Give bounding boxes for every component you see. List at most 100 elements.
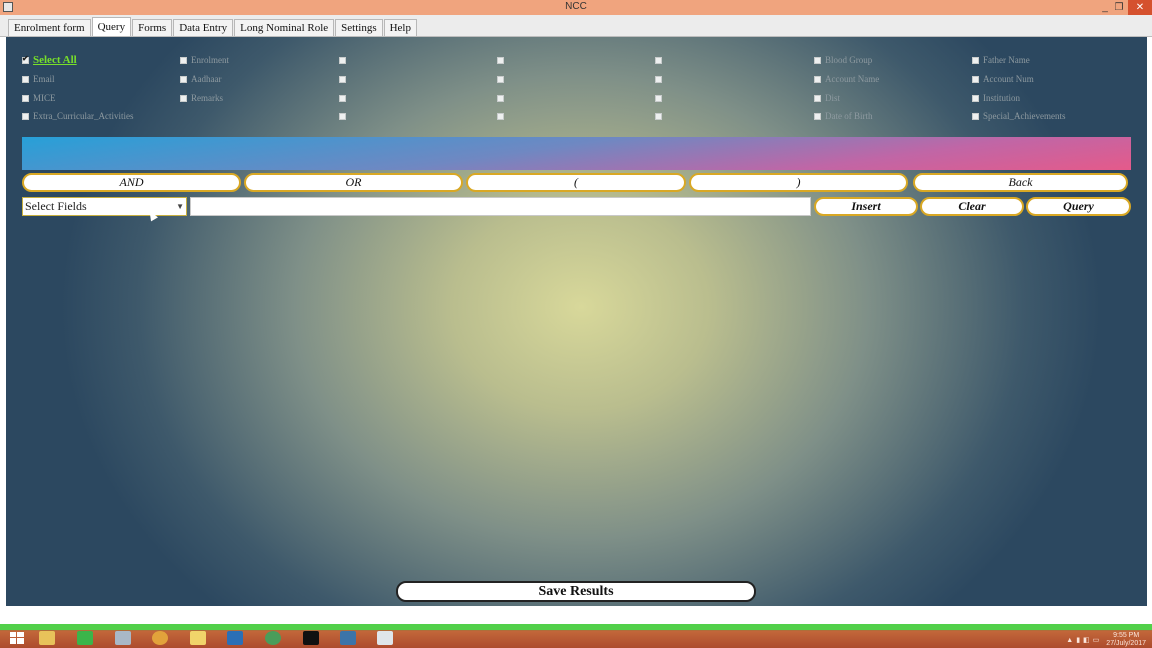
blood-group-checkbox[interactable]: Blood Group [814, 53, 872, 67]
mice-label: MICE [33, 93, 56, 103]
folder-icon[interactable] [183, 629, 213, 647]
tray-arrow-icon[interactable]: ▲ [1066, 637, 1073, 644]
field-checkbox[interactable] [497, 109, 508, 123]
clock-time: 9:55 PM [1113, 632, 1140, 639]
field-checkbox[interactable] [655, 53, 666, 67]
and-button[interactable]: AND [22, 173, 241, 192]
tab-bar: Enrolment form Query Forms Data Entry Lo… [0, 15, 1152, 37]
institution-label: Institution [983, 93, 1021, 103]
tab-query[interactable]: Query [91, 17, 132, 36]
account-num-label: Account Num [983, 74, 1034, 84]
email-checkbox[interactable]: Email [22, 72, 55, 86]
checkbox-icon [339, 94, 346, 102]
checkbox-icon [655, 94, 662, 102]
checkbox-icon [22, 75, 29, 83]
dist-checkbox[interactable]: Dist [814, 91, 840, 105]
account-name-checkbox[interactable]: Account Name [814, 72, 879, 86]
checkbox-icon [180, 75, 187, 83]
institution-checkbox[interactable]: Institution [972, 91, 1020, 105]
checkbox-icon [497, 56, 504, 64]
clear-button[interactable]: Clear [920, 197, 1024, 216]
enrolment-checkbox[interactable]: Enrolment [180, 53, 229, 67]
query-button[interactable]: Query [1026, 197, 1131, 216]
select-all-label: Select All [33, 54, 77, 66]
remarks-label: Remarks [191, 93, 223, 103]
chrome-icon[interactable] [258, 629, 288, 647]
email-label: Email [33, 74, 55, 84]
title-bar: NCC _ ❐ ✕ [0, 0, 1152, 15]
app-frame-icon[interactable] [220, 629, 250, 647]
dist-label: Dist [825, 93, 841, 103]
query-display-banner [22, 137, 1131, 170]
field-checkbox[interactable] [339, 91, 350, 105]
tab-data-entry[interactable]: Data Entry [173, 19, 234, 36]
file-explorer-icon[interactable] [32, 629, 62, 647]
battery-icon[interactable]: ▭ [1093, 636, 1100, 644]
query-panel: Select All Enrolment Blood Group Father … [6, 37, 1147, 606]
window-controls: _ ❐ ✕ [1098, 0, 1152, 15]
checkbox-icon [814, 75, 821, 83]
dropdown-arrow-icon: ▼ [176, 202, 184, 211]
select-all-checkbox[interactable]: Select All [22, 53, 77, 67]
checkbox-icon [655, 56, 662, 64]
app-grid-icon[interactable] [370, 629, 400, 647]
app-u-icon[interactable] [70, 629, 100, 647]
field-checkbox[interactable] [339, 53, 350, 67]
extra-curricular-label: Extra_Curricular_Activities [33, 111, 134, 121]
app-window-icon[interactable] [108, 629, 138, 647]
tab-enrolment-form[interactable]: Enrolment form [8, 19, 91, 36]
checkbox-icon [339, 56, 346, 64]
blood-group-label: Blood Group [825, 55, 873, 65]
insert-button[interactable]: Insert [814, 197, 918, 216]
restore-icon[interactable]: ❐ [1112, 0, 1126, 15]
field-checkbox[interactable] [655, 91, 666, 105]
close-paren-button[interactable]: ) [689, 173, 908, 192]
field-checkbox[interactable] [497, 72, 508, 86]
open-paren-button[interactable]: ( [466, 173, 686, 192]
tab-forms[interactable]: Forms [132, 19, 173, 36]
volume-icon[interactable]: ◧ [1083, 636, 1090, 644]
tab-help[interactable]: Help [383, 19, 417, 36]
aadhaar-checkbox[interactable]: Aadhaar [180, 72, 221, 86]
checkbox-icon [972, 56, 979, 64]
field-checkbox[interactable] [655, 72, 666, 86]
checkbox-icon [814, 94, 821, 102]
tab-long-nominal-role[interactable]: Long Nominal Role [234, 19, 335, 36]
start-icon[interactable] [2, 629, 32, 647]
chrome-icon[interactable] [145, 629, 175, 647]
query-input[interactable] [190, 197, 811, 216]
father-name-label: Father Name [983, 55, 1030, 65]
extra-curricular-checkbox[interactable]: Extra_Curricular_Activities [22, 109, 133, 123]
remarks-checkbox[interactable]: Remarks [180, 91, 223, 105]
field-checkbox[interactable] [655, 109, 666, 123]
mice-checkbox[interactable]: MICE [22, 91, 56, 105]
field-checkbox[interactable] [497, 91, 508, 105]
father-name-checkbox[interactable]: Father Name [972, 53, 1030, 67]
checkbox-icon [655, 112, 662, 120]
checkbox-icon [22, 112, 29, 120]
pycharm-icon[interactable] [296, 629, 326, 647]
account-num-checkbox[interactable]: Account Num [972, 72, 1034, 86]
tab-settings[interactable]: Settings [335, 19, 383, 36]
clock[interactable]: 9:55 PM 27/July/2017 [1106, 632, 1146, 648]
python-icon[interactable] [333, 629, 363, 647]
checkbox-icon [655, 75, 662, 83]
special-achievements-checkbox[interactable]: Special_Achievements [972, 109, 1065, 123]
minimize-icon[interactable]: _ [1098, 0, 1112, 15]
select-fields-dropdown[interactable]: Select Fields ▼ [22, 197, 187, 216]
enrolment-label: Enrolment [191, 55, 229, 65]
checkbox-icon [814, 112, 821, 120]
network-icon[interactable]: ▮ [1076, 636, 1080, 644]
checkbox-icon [972, 75, 979, 83]
close-icon[interactable]: ✕ [1128, 0, 1152, 15]
field-checkbox[interactable] [497, 53, 508, 67]
save-results-button[interactable]: Save Results [396, 581, 756, 602]
back-button[interactable]: Back [913, 173, 1128, 192]
or-button[interactable]: OR [244, 173, 463, 192]
field-checkbox[interactable] [339, 109, 350, 123]
checkbox-icon [339, 112, 346, 120]
checkbox-icon [497, 94, 504, 102]
date-of-birth-checkbox[interactable]: Date of Birth [814, 109, 873, 123]
checkbox-icon [180, 56, 187, 64]
field-checkbox[interactable] [339, 72, 350, 86]
